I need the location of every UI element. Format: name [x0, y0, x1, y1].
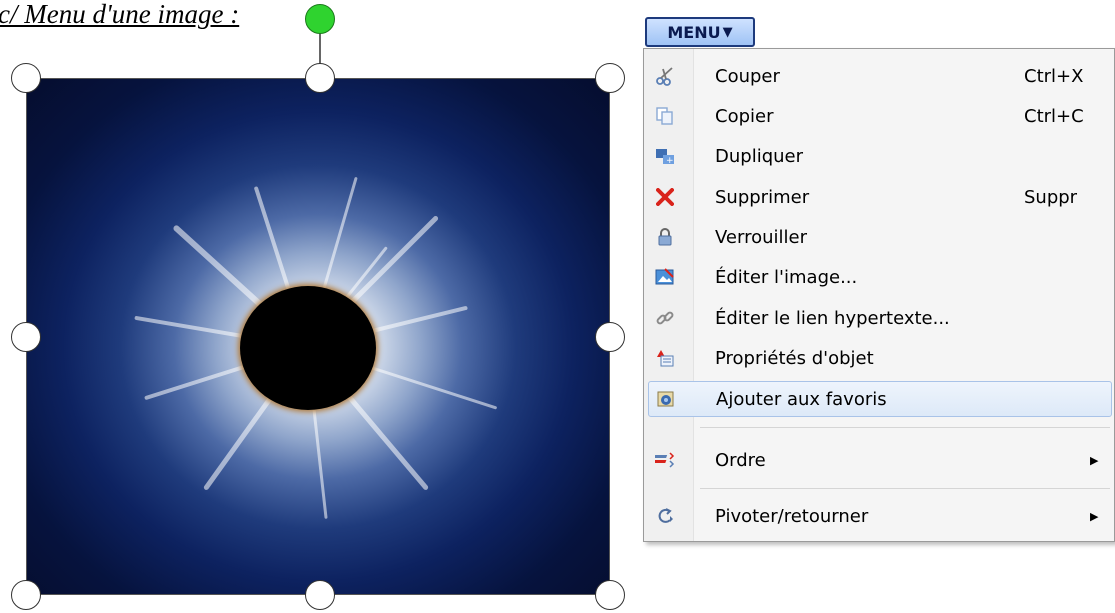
edit-image-icon	[654, 266, 676, 288]
hyperlink-icon	[654, 307, 676, 329]
menu-item-label: Dupliquer	[715, 145, 804, 167]
menu-item-label: Verrouiller	[715, 226, 807, 248]
menu-item-shortcut: Ctrl+C	[1024, 105, 1084, 127]
page-heading: c/ Menu d'une image :	[0, 0, 240, 29]
resize-handle-right[interactable]	[595, 322, 625, 352]
menu-item-dupliquer[interactable]: + Dupliquer	[644, 138, 1114, 174]
svg-text:+: +	[666, 156, 674, 166]
order-icon	[654, 449, 676, 471]
favorites-icon	[655, 388, 677, 410]
copy-icon	[654, 105, 676, 127]
menu-item-shortcut: Ctrl+X	[1024, 65, 1084, 87]
eclipse-disk	[240, 286, 376, 410]
menu-item-copier[interactable]: Copier Ctrl+C	[644, 98, 1114, 134]
resize-handle-top[interactable]	[305, 63, 335, 93]
resize-handle-bottom-right[interactable]	[595, 580, 625, 610]
menu-item-editer-image[interactable]: Éditer l'image...	[644, 259, 1114, 295]
menu-item-couper[interactable]: Couper Ctrl+X	[644, 58, 1114, 94]
menu-item-pivoter[interactable]: Pivoter/retourner ▶	[644, 498, 1114, 534]
menu-item-label: Éditer l'image...	[715, 266, 858, 288]
menu-item-label: Copier	[715, 105, 774, 127]
menu-item-ajouter-favoris[interactable]: Ajouter aux favoris	[648, 381, 1112, 417]
menu-item-label: Supprimer	[715, 186, 810, 208]
menu-item-label: Éditer le lien hypertexte...	[715, 307, 950, 329]
menu-button-label: MENU	[667, 22, 721, 42]
resize-handle-bottom-left[interactable]	[11, 580, 41, 610]
menu-item-label: Ajouter aux favoris	[716, 388, 887, 410]
menu-item-ordre[interactable]: Ordre ▶	[644, 442, 1114, 478]
submenu-arrow-icon: ▶	[1090, 509, 1099, 523]
menu-item-proprietes[interactable]: Propriétés d'objet	[644, 340, 1114, 376]
menu-item-verrouiller[interactable]: Verrouiller	[644, 219, 1114, 255]
menu-item-label: Ordre	[715, 449, 766, 471]
menu-item-supprimer[interactable]: Supprimer Suppr	[644, 179, 1114, 215]
menu-item-editer-lien[interactable]: Éditer le lien hypertexte...	[644, 300, 1114, 336]
resize-handle-top-left[interactable]	[11, 63, 41, 93]
resize-handle-left[interactable]	[11, 322, 41, 352]
resize-handle-top-right[interactable]	[595, 63, 625, 93]
rotate-handle[interactable]	[305, 4, 335, 34]
rotate-handle-stem	[319, 30, 321, 66]
menu-item-label: Pivoter/retourner	[715, 505, 869, 527]
rotate-icon	[654, 505, 676, 527]
lock-icon	[654, 226, 676, 248]
caret-down-icon: ▼	[722, 24, 733, 40]
menu-separator	[700, 488, 1110, 489]
scissors-icon	[654, 65, 676, 87]
properties-icon	[654, 347, 676, 369]
duplicate-icon: +	[654, 145, 676, 167]
menu-item-label: Propriétés d'objet	[715, 347, 874, 369]
submenu-arrow-icon: ▶	[1090, 453, 1099, 467]
resize-handle-bottom[interactable]	[305, 580, 335, 610]
context-menu: Couper Ctrl+X Copier Ctrl+C + Dupliquer …	[643, 48, 1115, 542]
delete-x-icon	[654, 186, 676, 208]
menu-separator	[700, 427, 1110, 428]
eclipse-image[interactable]	[26, 78, 610, 595]
menu-item-label: Couper	[715, 65, 780, 87]
menu-button[interactable]: MENU ▼	[645, 17, 755, 47]
menu-item-shortcut: Suppr	[1024, 186, 1078, 208]
